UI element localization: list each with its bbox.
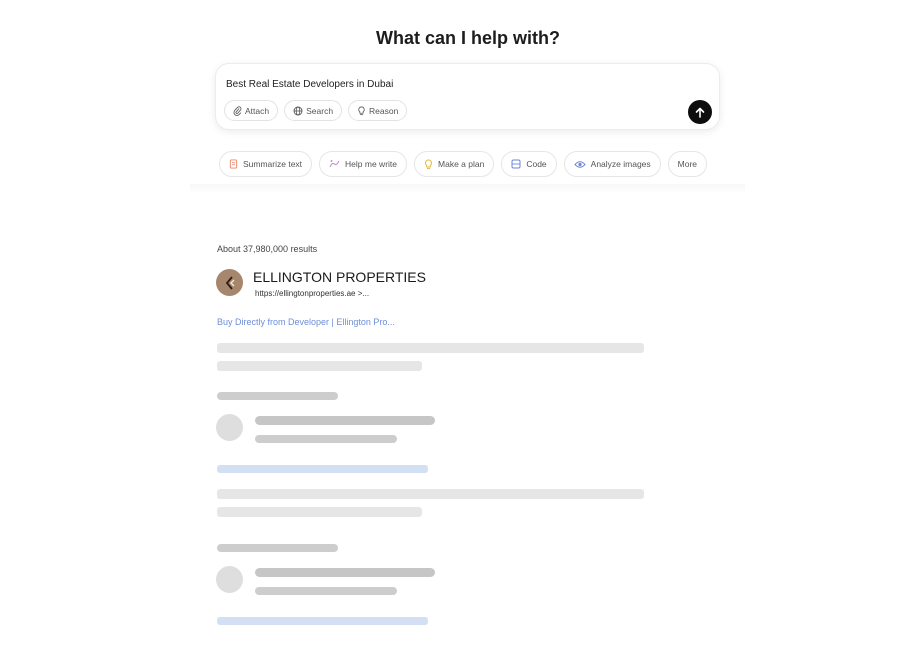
make-a-plan-label: Make a plan <box>438 159 485 169</box>
page-title: What can I help with? <box>376 28 560 48</box>
ellington-logo[interactable] <box>216 269 243 296</box>
arrow-up-icon <box>695 107 705 118</box>
attach-label: Attach <box>245 105 270 116</box>
query-input[interactable]: Best Real Estate Developers in Dubai <box>226 79 393 90</box>
skeleton-line <box>217 392 338 400</box>
help-me-write-label: Help me write <box>345 159 398 169</box>
code-icon <box>511 159 521 169</box>
more-chip[interactable]: More <box>667 151 708 177</box>
skeleton-link <box>217 617 428 625</box>
skeleton-line <box>217 507 422 517</box>
skeleton-line <box>255 587 397 595</box>
make-a-plan-chip[interactable]: Make a plan <box>414 151 495 177</box>
paperclip-icon <box>233 105 242 116</box>
more-label: More <box>677 159 698 169</box>
document-icon <box>229 159 238 169</box>
search-label: Search <box>306 105 334 116</box>
results-count: About 37,980,000 results <box>217 244 318 254</box>
skeleton-line <box>255 435 397 443</box>
summarize-text-chip[interactable]: Summarize text <box>219 151 313 177</box>
analyze-images-chip[interactable]: Analyze images <box>563 151 661 177</box>
skeleton-line <box>217 343 644 353</box>
page: What can I help with? Best Real Estate D… <box>0 0 909 654</box>
chat-composer[interactable]: Best Real Estate Developers in Dubai Att… <box>215 63 720 130</box>
result-site-name[interactable]: ELLINGTON PROPERTIES <box>253 269 426 285</box>
lightbulb-icon <box>358 105 365 115</box>
suggestion-chips: Summarize text Help me write Make a plan… <box>219 151 708 177</box>
skeleton-link <box>217 465 428 473</box>
result-title-link[interactable]: Buy Directly from Developer | Ellington … <box>217 317 395 327</box>
search-button[interactable]: Search <box>284 100 343 121</box>
globe-icon <box>293 106 303 115</box>
result-url[interactable]: https://ellingtonproperties.ae >... <box>255 289 369 298</box>
analyze-images-label: Analyze images <box>590 159 651 169</box>
ellington-logo-icon <box>225 275 234 290</box>
divider-fade <box>190 184 745 194</box>
send-button[interactable] <box>688 100 712 124</box>
composer-tools: Attach Search Reason <box>224 100 408 121</box>
skeleton-line <box>255 568 435 577</box>
skeleton-line <box>217 544 338 552</box>
pen-icon <box>329 160 340 168</box>
code-chip[interactable]: Code <box>501 151 557 177</box>
reason-button[interactable]: Reason <box>348 100 408 121</box>
attach-button[interactable]: Attach <box>224 100 279 121</box>
skeleton-avatar <box>216 414 243 441</box>
lightbulb-icon <box>425 158 432 169</box>
code-label: Code <box>526 159 547 169</box>
skeleton-line <box>255 416 435 425</box>
eye-icon <box>573 160 586 168</box>
help-me-write-chip[interactable]: Help me write <box>319 151 408 177</box>
reason-label: Reason <box>369 105 399 116</box>
skeleton-avatar <box>216 566 243 593</box>
skeleton-line <box>217 489 644 499</box>
summarize-text-label: Summarize text <box>243 159 303 169</box>
skeleton-line <box>217 361 422 371</box>
